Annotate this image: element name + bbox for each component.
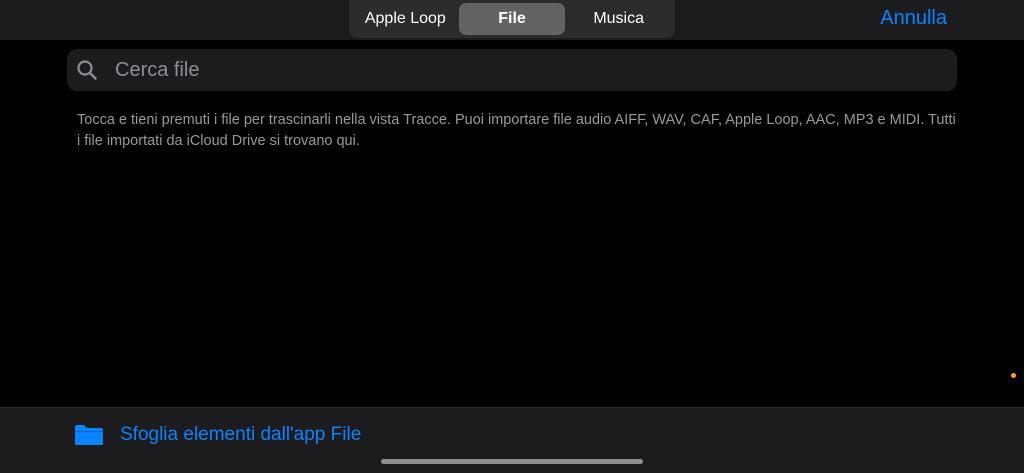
folder-icon <box>74 424 104 446</box>
search-bar[interactable] <box>67 49 957 91</box>
segment-file[interactable]: File <box>458 3 566 35</box>
bottom-bar: Sfoglia elementi dall'app File <box>0 407 1024 473</box>
search-icon <box>77 60 97 80</box>
segment-musica[interactable]: Musica <box>565 3 672 35</box>
info-text: Tocca e tieni premuti i file per trascin… <box>77 112 956 149</box>
browse-files-label: Sfoglia elementi dall'app File <box>120 424 362 445</box>
search-input[interactable] <box>113 57 917 83</box>
top-bar: Apple Loop File Musica Annulla <box>0 0 1024 40</box>
segment-apple-loop[interactable]: Apple Loop <box>352 3 459 35</box>
cancel-button[interactable]: Annulla <box>880 7 947 30</box>
source-segmented-control: Apple Loop File Musica <box>349 0 675 38</box>
home-indicator[interactable] <box>381 459 643 464</box>
browse-files-button[interactable]: Sfoglia elementi dall'app File <box>74 424 361 446</box>
recording-indicator-dot <box>1011 373 1016 378</box>
